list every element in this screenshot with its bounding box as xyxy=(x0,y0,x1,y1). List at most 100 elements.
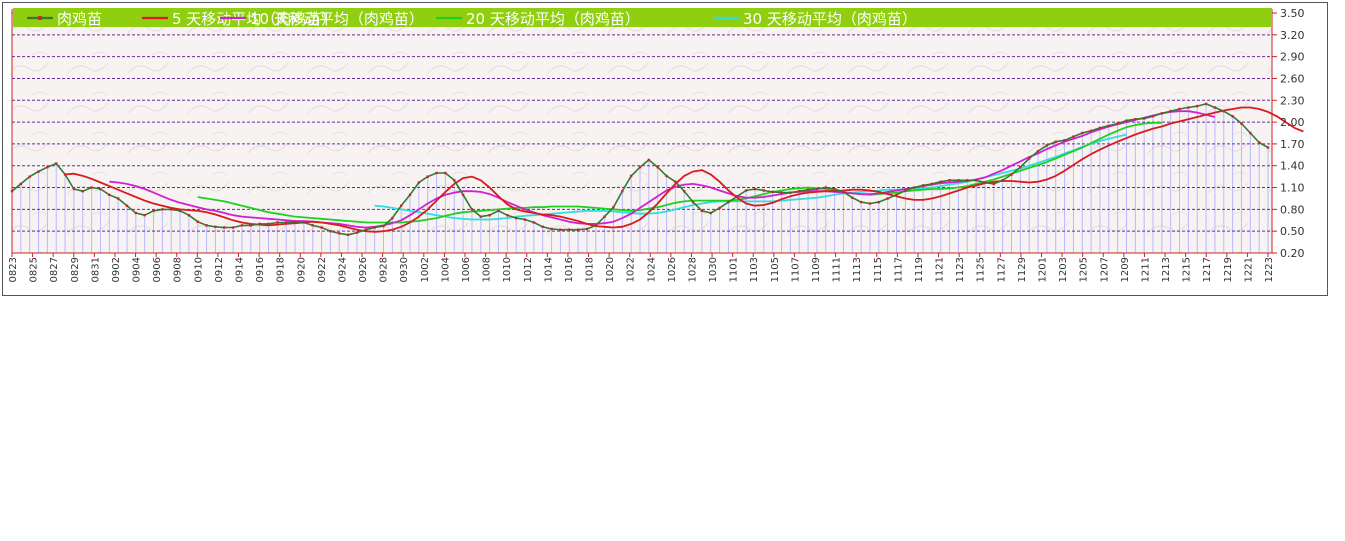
price-point xyxy=(691,200,695,204)
price-point xyxy=(284,221,288,224)
x-tick-label: 1211 xyxy=(1140,257,1151,282)
y-tick-label: 3.50 xyxy=(1280,7,1305,20)
price-point xyxy=(1187,106,1190,109)
legend-label-ma20: 20 天移动平均（肉鸡苗） xyxy=(466,10,640,28)
x-tick-label: 1101 xyxy=(729,257,740,282)
price-point xyxy=(346,233,350,237)
x-tick-label: 1026 xyxy=(667,257,678,282)
x-tick-label: 1030 xyxy=(708,257,719,282)
price-point xyxy=(46,165,49,169)
price-point xyxy=(656,165,659,169)
price-point xyxy=(205,224,208,227)
x-tick-label: 1125 xyxy=(976,257,987,282)
price-point xyxy=(1204,102,1208,106)
price-point xyxy=(541,225,544,229)
price-point xyxy=(143,213,146,217)
price-point xyxy=(1213,106,1217,109)
price-point xyxy=(1196,104,1199,108)
price-point xyxy=(886,197,889,200)
price-point xyxy=(753,187,757,191)
price-point xyxy=(240,224,244,227)
price-point xyxy=(736,195,739,198)
price-point xyxy=(912,186,916,189)
price-point xyxy=(1036,149,1040,153)
price-point xyxy=(621,189,624,193)
x-tick-label: 1115 xyxy=(873,257,884,282)
price-point xyxy=(116,197,120,200)
price-point xyxy=(267,222,270,226)
x-tick-label: 1215 xyxy=(1182,257,1193,282)
price-point xyxy=(320,226,323,229)
x-tick-label: 1105 xyxy=(770,257,781,282)
price-point xyxy=(1249,131,1252,135)
x-tick-label: 0928 xyxy=(379,257,390,282)
price-point xyxy=(1142,117,1146,120)
price-point xyxy=(1098,126,1102,130)
price-point xyxy=(1266,146,1270,149)
x-tick-label: 0908 xyxy=(173,257,184,282)
price-point xyxy=(178,209,182,213)
price-point xyxy=(514,216,518,220)
price-point xyxy=(1089,129,1093,133)
y-tick-label: 2.60 xyxy=(1280,72,1305,85)
x-tick-label: 1123 xyxy=(955,257,966,282)
price-point xyxy=(674,180,677,183)
x-tick-label: 1117 xyxy=(893,257,904,282)
price-point xyxy=(435,171,438,175)
x-tick-label: 0904 xyxy=(132,257,143,282)
price-point xyxy=(974,179,978,182)
price-point xyxy=(19,182,23,186)
y-tick-label: 2.30 xyxy=(1280,94,1305,107)
price-point xyxy=(364,228,368,231)
price-point xyxy=(1125,119,1128,122)
price-point xyxy=(789,191,792,194)
price-point xyxy=(417,181,421,184)
plot-background xyxy=(12,9,1272,253)
price-point xyxy=(1027,157,1031,160)
x-tick-label: 0930 xyxy=(399,257,410,282)
x-tick-label: 1205 xyxy=(1079,257,1090,282)
legend: 肉鸡苗 5 天移动平均（肉鸡苗）10 天移动平均（肉鸡苗） 20 天移动平均（肉鸡苗… xyxy=(13,8,1272,28)
y-tick-label: 0.80 xyxy=(1280,203,1305,216)
x-tick-label: 1012 xyxy=(523,257,534,282)
x-tick-label: 1201 xyxy=(1038,257,1049,282)
price-point xyxy=(568,228,571,231)
price-point xyxy=(700,209,704,213)
x-tick-label: 0926 xyxy=(358,257,369,282)
price-point xyxy=(108,193,111,197)
y-tick-label: 1.10 xyxy=(1280,182,1305,195)
x-tick-label: 1121 xyxy=(935,257,946,282)
price-point xyxy=(550,227,553,231)
price-point xyxy=(134,211,138,215)
price-point xyxy=(497,209,500,213)
price-point xyxy=(1107,124,1110,127)
price-point xyxy=(744,189,748,192)
price-point xyxy=(921,184,925,187)
x-tick-label: 1113 xyxy=(852,257,863,282)
x-tick-label: 1016 xyxy=(564,257,575,282)
price-point xyxy=(638,165,642,169)
price-point xyxy=(1116,122,1119,125)
price-point xyxy=(355,231,359,234)
price-point xyxy=(276,221,279,224)
price-point xyxy=(1045,144,1049,147)
price-point xyxy=(815,187,819,191)
price-point xyxy=(523,218,527,221)
x-tick-label: 0924 xyxy=(337,257,348,282)
price-point xyxy=(249,224,253,227)
price-point xyxy=(771,190,774,194)
price-point xyxy=(647,158,651,162)
x-tick-label: 1018 xyxy=(585,257,596,282)
price-point xyxy=(258,222,261,226)
price-point xyxy=(1063,139,1066,142)
price-point xyxy=(55,162,58,165)
x-tick-label: 1119 xyxy=(914,257,925,282)
x-tick-label: 1022 xyxy=(626,257,637,282)
price-point xyxy=(81,189,84,193)
x-tick-label: 1207 xyxy=(1099,257,1110,282)
price-point xyxy=(28,175,31,178)
price-point xyxy=(683,189,686,193)
x-tick-label: 1024 xyxy=(646,257,657,282)
y-tick-label: 1.40 xyxy=(1280,160,1305,173)
x-tick-label: 0918 xyxy=(276,257,287,282)
